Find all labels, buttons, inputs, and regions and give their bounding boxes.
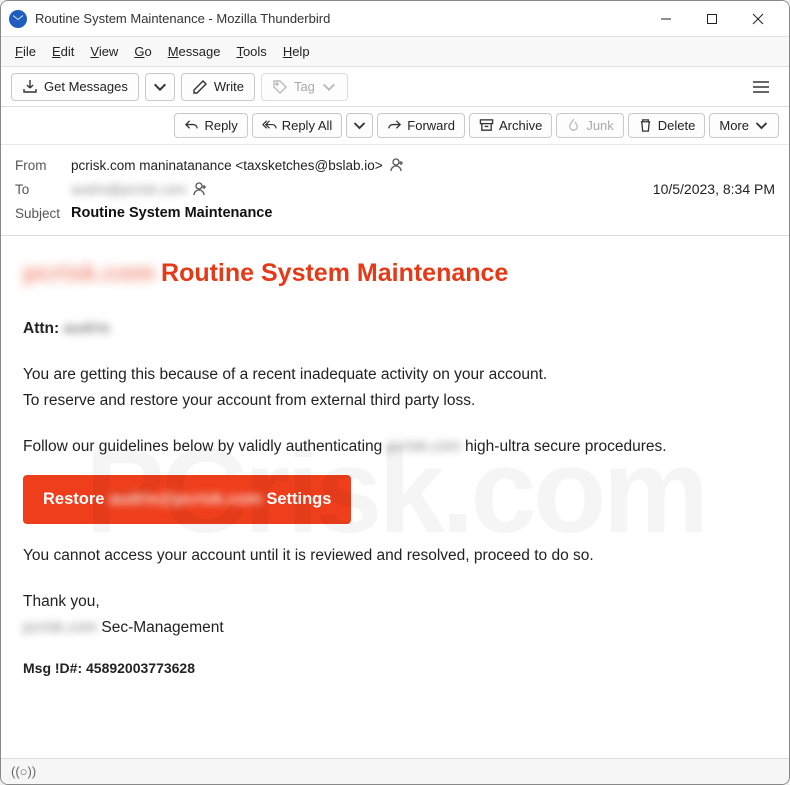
body-p3: Follow our guidelines below by validly a… [23,435,767,459]
header-to-row: To audris@pcrisk.com 10/5/2023, 8:34 PM [15,177,775,201]
main-toolbar: Get Messages Write Tag [1,67,789,107]
attn-line: Attn: audris [23,317,767,341]
tag-button[interactable]: Tag [261,73,348,101]
restore-settings-button[interactable]: Restore audris@pcrisk.com Settings [23,475,351,525]
junk-button[interactable]: Junk [556,113,623,138]
subject-value: Routine System Maintenance [71,205,272,221]
archive-label: Archive [499,118,542,133]
delete-button[interactable]: Delete [628,113,706,138]
attn-name-blurred: audris [63,320,110,337]
body-p4: You cannot access your account until it … [23,544,767,568]
menu-message[interactable]: Message [160,40,229,63]
reply-button[interactable]: Reply [174,113,247,138]
tag-icon [272,79,288,95]
menu-tools[interactable]: Tools [228,40,274,63]
hamburger-icon [752,80,770,94]
reply-icon [184,118,199,133]
email-title-prefix-blurred: pcrisk.com [23,259,155,287]
window-title: Routine System Maintenance - Mozilla Thu… [35,11,330,26]
body-thank: Thank you, [23,590,767,614]
delete-label: Delete [658,118,696,133]
menu-view[interactable]: View [82,40,126,63]
chevron-down-icon [352,118,367,133]
restore-email-blurred: audris@pcrisk.com [109,490,262,508]
body-p1: You are getting this because of a recent… [23,363,767,387]
body-msg-id: Msg !D#: 45892003773628 [23,658,767,680]
from-label: From [15,158,71,173]
chevron-down-icon [321,79,337,95]
more-label: More [719,118,749,133]
thunderbird-app-icon [9,10,27,28]
subject-label: Subject [15,206,71,221]
forward-button[interactable]: Forward [377,113,465,138]
reply-all-button[interactable]: Reply All [252,113,343,138]
titlebar: Routine System Maintenance - Mozilla Thu… [1,1,789,37]
junk-label: Junk [586,118,613,133]
forward-label: Forward [407,118,455,133]
chevron-down-icon [152,79,168,95]
menubar: File Edit View Go Message Tools Help [1,37,789,67]
from-value[interactable]: pcrisk.com maninatanance <taxsketches@bs… [71,158,383,173]
close-button[interactable] [735,1,781,37]
email-title: pcrisk.comRoutine System Maintenance [23,254,767,293]
menu-file[interactable]: File [7,40,44,63]
archive-icon [479,118,494,133]
more-button[interactable]: More [709,113,779,138]
attn-label: Attn: [23,320,59,337]
add-contact-icon[interactable] [389,157,405,173]
message-datetime: 10/5/2023, 8:34 PM [653,181,775,197]
reply-all-label: Reply All [282,118,333,133]
minimize-button[interactable] [643,1,689,37]
body-signature: pcrisk.com Sec-Management [23,616,767,640]
message-actionbar: Reply Reply All Forward Archive Junk Del… [1,107,789,145]
forward-icon [387,118,402,133]
get-messages-button[interactable]: Get Messages [11,73,139,101]
get-messages-dropdown[interactable] [145,73,175,101]
menu-go[interactable]: Go [126,40,159,63]
flame-icon [566,118,581,133]
write-button[interactable]: Write [181,73,255,101]
to-value-blurred[interactable]: audris@pcrisk.com [71,182,186,197]
header-from-row: From pcrisk.com maninatanance <taxsketch… [15,153,775,177]
get-messages-label: Get Messages [44,79,128,94]
pencil-icon [192,79,208,95]
trash-icon [638,118,653,133]
maximize-button[interactable] [689,1,735,37]
chevron-down-icon [754,118,769,133]
email-title-text: Routine System Maintenance [161,259,508,287]
app-menu-button[interactable] [743,73,779,101]
archive-button[interactable]: Archive [469,113,552,138]
reply-label: Reply [204,118,237,133]
inbox-download-icon [22,79,38,95]
app-window: Routine System Maintenance - Mozilla Thu… [0,0,790,785]
body-p3-blur: pcrisk.com [387,438,461,455]
add-contact-icon[interactable] [192,181,208,197]
activity-indicator-icon: ((○)) [11,764,36,779]
write-label: Write [214,79,244,94]
reply-all-icon [262,118,277,133]
to-label: To [15,182,71,197]
message-body: PCrisk.com pcrisk.comRoutine System Main… [1,236,789,746]
body-p2: To reserve and restore your account from… [23,389,767,413]
tag-label: Tag [294,79,315,94]
reply-all-dropdown[interactable] [346,113,373,138]
statusbar: ((○)) [1,758,789,784]
menu-edit[interactable]: Edit [44,40,82,63]
message-headers: From pcrisk.com maninatanance <taxsketch… [1,145,789,236]
menu-help[interactable]: Help [275,40,318,63]
header-subject-row: Subject Routine System Maintenance [15,201,775,225]
sig-domain-blurred: pcrisk.com [23,619,97,636]
